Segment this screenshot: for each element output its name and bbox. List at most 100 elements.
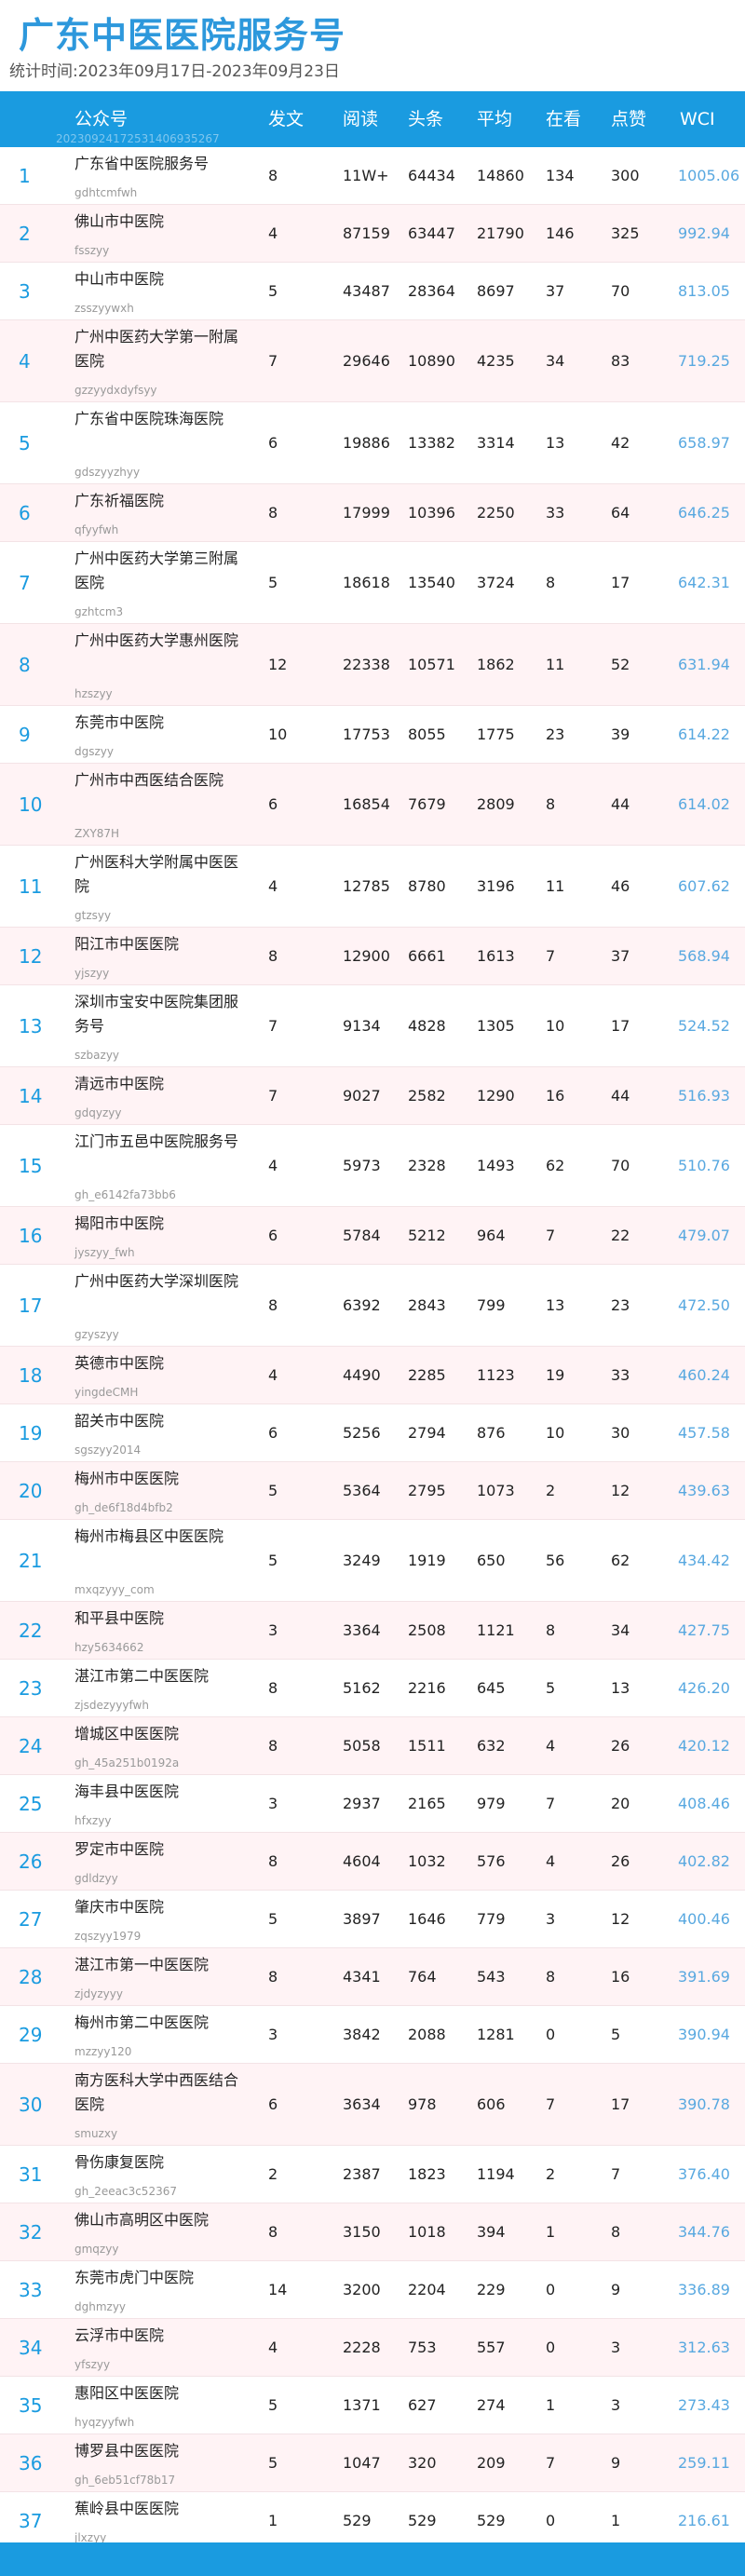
- cell-account-name: 罗定市中医院: [74, 1840, 165, 1858]
- table-row: 10 广州市中西医结合医院 ZXY87H 6 16854 7679 2809 8 44 614.0…: [0, 764, 745, 846]
- cell-likes: 3: [611, 2396, 621, 2414]
- cell-watching: 7: [546, 1227, 556, 1244]
- cell-likes: 52: [611, 656, 630, 673]
- cell-wci: 658.97: [678, 434, 730, 452]
- cell-wci: 631.94: [678, 656, 730, 673]
- cell-account-id: gh_45a251b0192a: [74, 1756, 180, 1769]
- cell-rank: 14: [19, 1085, 43, 1107]
- cell-posts: 8: [268, 1852, 278, 1870]
- cell-rank: 18: [19, 1364, 43, 1387]
- cell-likes: 33: [611, 1366, 630, 1384]
- cell-account-id: fsszyy: [74, 244, 110, 257]
- table-row: 21 梅州市梅县区中医医院 mxqzyyy_com 5 3249 1919 650 56 62 4…: [0, 1520, 745, 1602]
- cell-posts: 5: [268, 1910, 278, 1928]
- cell-account-id: sgszyy2014: [74, 1444, 142, 1457]
- col-likes-header: 点赞: [611, 109, 647, 129]
- table-header: 公众号 发文 阅读 头条 平均 在看 点赞 WCI 20230924172531…: [0, 91, 745, 147]
- cell-likes: 12: [611, 1910, 630, 1928]
- cell-headline: 627: [408, 2396, 437, 2414]
- cell-likes: 16: [611, 1968, 630, 1986]
- cell-reads: 5256: [343, 1424, 381, 1442]
- cell-average: 650: [477, 1552, 506, 1569]
- table-row: 29 梅州市第二中医医院 mzzyy120 3 3842 2088 1281 0 5 390.94: [0, 2006, 745, 2064]
- cell-likes: 300: [611, 167, 640, 184]
- cell-wci: 408.46: [678, 1795, 730, 1812]
- cell-reads: 4604: [343, 1852, 381, 1870]
- col-account-header: 公众号: [74, 109, 129, 129]
- cell-account-name: 中山市中医院: [74, 270, 165, 288]
- cell-reads: 5058: [343, 1737, 381, 1755]
- table-row: 2 佛山市中医院 fsszyy 4 87159 63447 21790 146 325 992.9…: [0, 205, 745, 263]
- cell-account-id: zjdyzyyy: [74, 1987, 123, 2000]
- cell-account-id: gh_2eeac3c52367: [74, 2185, 177, 2198]
- cell-account-id: gdszyyzhyy: [74, 466, 141, 479]
- cell-headline: 1919: [408, 1552, 446, 1569]
- cell-rank: 36: [19, 2452, 43, 2474]
- cell-average: 4235: [477, 352, 515, 370]
- cell-watching: 0: [546, 2512, 556, 2529]
- cell-rank: 31: [19, 2163, 43, 2186]
- cell-average: 576: [477, 1852, 506, 1870]
- table-row: 8 广州中医药大学惠州医院 hzszyy 12 22338 10571 1862 11 52 63…: [0, 624, 745, 706]
- cell-average: 557: [477, 2339, 506, 2356]
- cell-reads: 12785: [343, 877, 390, 895]
- cell-headline: 2285: [408, 1366, 446, 1384]
- cell-watching: 11: [546, 877, 565, 895]
- cell-headline: 13540: [408, 574, 455, 591]
- cell-watching: 4: [546, 1852, 556, 1870]
- cell-rank: 1: [19, 165, 31, 187]
- cell-wci: 336.89: [678, 2281, 730, 2298]
- cell-reads: 2228: [343, 2339, 381, 2356]
- cell-wci: 439.63: [678, 1482, 730, 1499]
- table-row: 32 佛山市高明区中医院 gmqzyy 8 3150 1018 394 1 8 344.76: [0, 2203, 745, 2261]
- cell-likes: 20: [611, 1795, 630, 1812]
- cell-posts: 12: [268, 656, 288, 673]
- cell-posts: 5: [268, 1552, 278, 1569]
- cell-rank: 28: [19, 1966, 43, 1988]
- cell-account-name: 广东省中医院服务号: [74, 155, 210, 172]
- cell-wci: 1005.06: [678, 167, 740, 184]
- cell-wci: 273.43: [678, 2396, 730, 2414]
- cell-account-name: 梅州市中医医院: [74, 1470, 180, 1487]
- cell-watching: 134: [546, 167, 575, 184]
- cell-reads: 3249: [343, 1552, 381, 1569]
- cell-likes: 30: [611, 1424, 630, 1442]
- cell-wci: 391.69: [678, 1968, 730, 1986]
- cell-reads: 3150: [343, 2223, 381, 2241]
- cell-wci: 420.12: [678, 1737, 730, 1755]
- cell-posts: 7: [268, 352, 278, 370]
- cell-likes: 325: [611, 224, 640, 242]
- cell-headline: 1823: [408, 2165, 446, 2183]
- cell-rank: 4: [19, 350, 31, 373]
- cell-reads: 9027: [343, 1087, 381, 1105]
- cell-account-name: 深圳市宝安中医院集团服务号: [74, 993, 239, 1035]
- cell-account-name: 佛山市中医院: [74, 212, 165, 230]
- cell-reads: 4341: [343, 1968, 381, 1986]
- cell-posts: 8: [268, 2223, 278, 2241]
- cell-account-id: mzzyy120: [74, 2045, 132, 2058]
- cell-rank: 12: [19, 945, 43, 968]
- cell-average: 979: [477, 1795, 506, 1812]
- cell-watching: 146: [546, 224, 575, 242]
- cell-posts: 8: [268, 1968, 278, 1986]
- cell-reads: 1371: [343, 2396, 381, 2414]
- cell-rank: 2: [19, 223, 31, 245]
- cell-account-id: dghmzyy: [74, 2300, 127, 2313]
- table-row: 24 增城区中医医院 gh_45a251b0192a 8 5058 1511 632 4 26 4…: [0, 1717, 745, 1775]
- cell-rank: 25: [19, 1793, 43, 1815]
- cell-average: 543: [477, 1968, 506, 1986]
- cell-posts: 5: [268, 2396, 278, 2414]
- cell-reads: 2387: [343, 2165, 381, 2183]
- stat-period: 统计时间:2023年09月17日-2023年09月23日: [9, 62, 340, 81]
- cell-account-id: smuzxy: [74, 2127, 118, 2140]
- cell-account-id: qfyyfwh: [74, 523, 119, 536]
- cell-watching: 8: [546, 574, 556, 591]
- cell-headline: 6661: [408, 947, 446, 965]
- cell-watching: 4: [546, 1737, 556, 1755]
- cell-watching: 34: [546, 352, 565, 370]
- cell-wci: 426.20: [678, 1679, 730, 1697]
- table-row: 22 和平县中医院 hzy5634662 3 3364 2508 1121 8 34 427.75: [0, 1602, 745, 1660]
- cell-posts: 2: [268, 2165, 278, 2183]
- cell-account-name: 梅州市第二中医医院: [74, 2013, 210, 2031]
- cell-watching: 2: [546, 2165, 556, 2183]
